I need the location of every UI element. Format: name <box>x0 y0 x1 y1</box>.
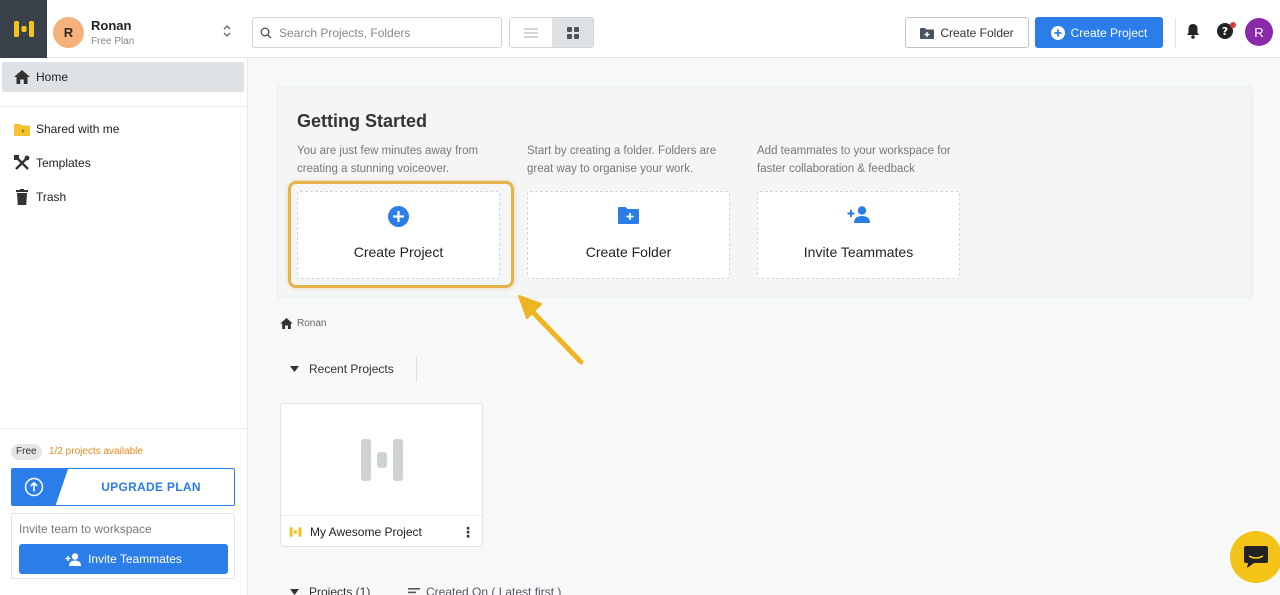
create-folder-label: Create Folder <box>940 25 1014 40</box>
sidebar-item-shared[interactable]: Shared with me <box>14 119 119 139</box>
sidebar-item-label: Home <box>36 70 69 84</box>
upgrade-plan-label: UPGRADE PLAN <box>101 480 201 494</box>
add-user-icon <box>847 206 870 223</box>
toolbar-divider <box>1175 18 1176 48</box>
recent-projects-toggle[interactable]: Recent Projects <box>290 362 394 376</box>
sidebar-item-label: Trash <box>36 190 67 204</box>
grid-view-button[interactable] <box>552 18 593 47</box>
profile-avatar[interactable]: R <box>1245 18 1273 46</box>
more-options-icon[interactable]: ⋮ <box>461 524 475 540</box>
add-user-icon <box>65 552 82 566</box>
home-icon <box>280 318 293 329</box>
recent-projects-heading: Recent Projects <box>309 362 394 376</box>
pointer-arrow <box>518 295 584 365</box>
project-logo-icon <box>289 527 302 537</box>
search-box[interactable] <box>252 17 502 48</box>
breadcrumb[interactable]: Ronan <box>280 318 326 329</box>
create-folder-description: Start by creating a folder. Folders are … <box>527 145 717 175</box>
sidebar-divider <box>0 106 248 107</box>
invite-teammates-description: Add teammates to your workspace for fast… <box>757 145 951 175</box>
shared-folder-icon <box>14 123 30 136</box>
projects-heading: Projects (1) <box>309 585 371 595</box>
sidebar-item-trash[interactable]: Trash <box>14 187 66 207</box>
arrow-up-circle-icon <box>24 477 44 497</box>
notification-dot <box>1230 22 1236 28</box>
chat-widget-button[interactable] <box>1230 531 1280 583</box>
project-thumbnail <box>281 404 482 516</box>
templates-icon <box>14 155 30 170</box>
home-icon <box>14 70 30 84</box>
invite-prompt: Invite team to workspace <box>19 522 152 536</box>
sidebar-item-home[interactable]: Home <box>2 62 244 92</box>
upgrade-icon-block <box>12 469 68 505</box>
search-icon <box>260 27 272 39</box>
invite-teammates-card[interactable]: Invite Teammates <box>757 191 960 279</box>
app-logo[interactable] <box>0 0 47 58</box>
invite-panel: Invite team to workspace Invite Teammate… <box>11 513 235 579</box>
projects-available: 1/2 projects available <box>49 446 143 457</box>
sort-label: Created On ( Latest first ) <box>426 585 562 595</box>
user-plan: Free Plan <box>91 36 135 47</box>
bell-icon[interactable] <box>1186 23 1200 39</box>
create-folder-card[interactable]: Create Folder <box>527 191 730 279</box>
project-card[interactable]: My Awesome Project ⋮ <box>280 403 483 547</box>
invite-button-label: Invite Teammates <box>88 552 182 566</box>
list-view-icon <box>524 27 538 38</box>
create-project-label: Create Project <box>1070 25 1148 40</box>
logo-icon <box>13 21 34 37</box>
folder-plus-icon <box>618 207 639 224</box>
caret-down-icon <box>290 589 299 595</box>
create-project-button[interactable]: Create Project <box>1035 17 1163 48</box>
upgrade-plan-button[interactable]: UPGRADE PLAN <box>11 468 235 506</box>
sidebar-item-label: Templates <box>36 156 91 170</box>
projects-toggle[interactable]: Projects (1) <box>290 585 370 595</box>
project-footer: My Awesome Project ⋮ <box>289 524 475 540</box>
section-divider <box>416 357 417 382</box>
plan-panel: Free 1/2 projects available UPGRADE PLAN… <box>0 428 248 595</box>
invite-teammates-card-label: Invite Teammates <box>803 244 914 260</box>
sidebar-item-templates[interactable]: Templates <box>14 153 91 173</box>
view-toggle <box>509 17 594 48</box>
invite-teammates-button[interactable]: Invite Teammates <box>19 544 228 574</box>
folder-plus-icon <box>920 27 935 39</box>
highlight-frame <box>288 181 514 288</box>
create-project-description: You are just few minutes away from creat… <box>297 145 479 175</box>
list-view-button[interactable] <box>510 18 552 47</box>
plus-circle-icon <box>1050 25 1065 40</box>
project-placeholder-icon <box>360 438 403 481</box>
workspace-switcher[interactable]: R Ronan Free Plan <box>53 16 243 48</box>
project-name: My Awesome Project <box>310 525 422 539</box>
getting-started-title: Getting Started <box>297 111 428 131</box>
sidebar-item-label: Shared with me <box>36 122 120 136</box>
sort-icon <box>408 587 420 595</box>
avatar: R <box>53 17 84 48</box>
sort-dropdown[interactable]: Created On ( Latest first ) <box>408 585 561 595</box>
chat-icon <box>1244 546 1268 568</box>
top-bar: R Ronan Free Plan Search Projects, Folde… <box>0 0 1280 58</box>
plan-badge: Free <box>11 444 42 460</box>
grid-view-icon <box>567 26 579 39</box>
trash-icon <box>16 189 28 205</box>
svg-text:?: ? <box>1222 25 1228 38</box>
chevron-updown-icon <box>223 25 231 37</box>
breadcrumb-label: Ronan <box>297 318 327 329</box>
create-folder-button[interactable]: Create Folder <box>905 17 1029 48</box>
caret-down-icon <box>290 366 299 372</box>
search-input[interactable] <box>279 18 499 47</box>
create-folder-card-label: Create Folder <box>585 244 672 260</box>
user-name: Ronan <box>91 18 132 33</box>
sidebar: Home Shared with me Templates Trash Free… <box>0 58 248 595</box>
